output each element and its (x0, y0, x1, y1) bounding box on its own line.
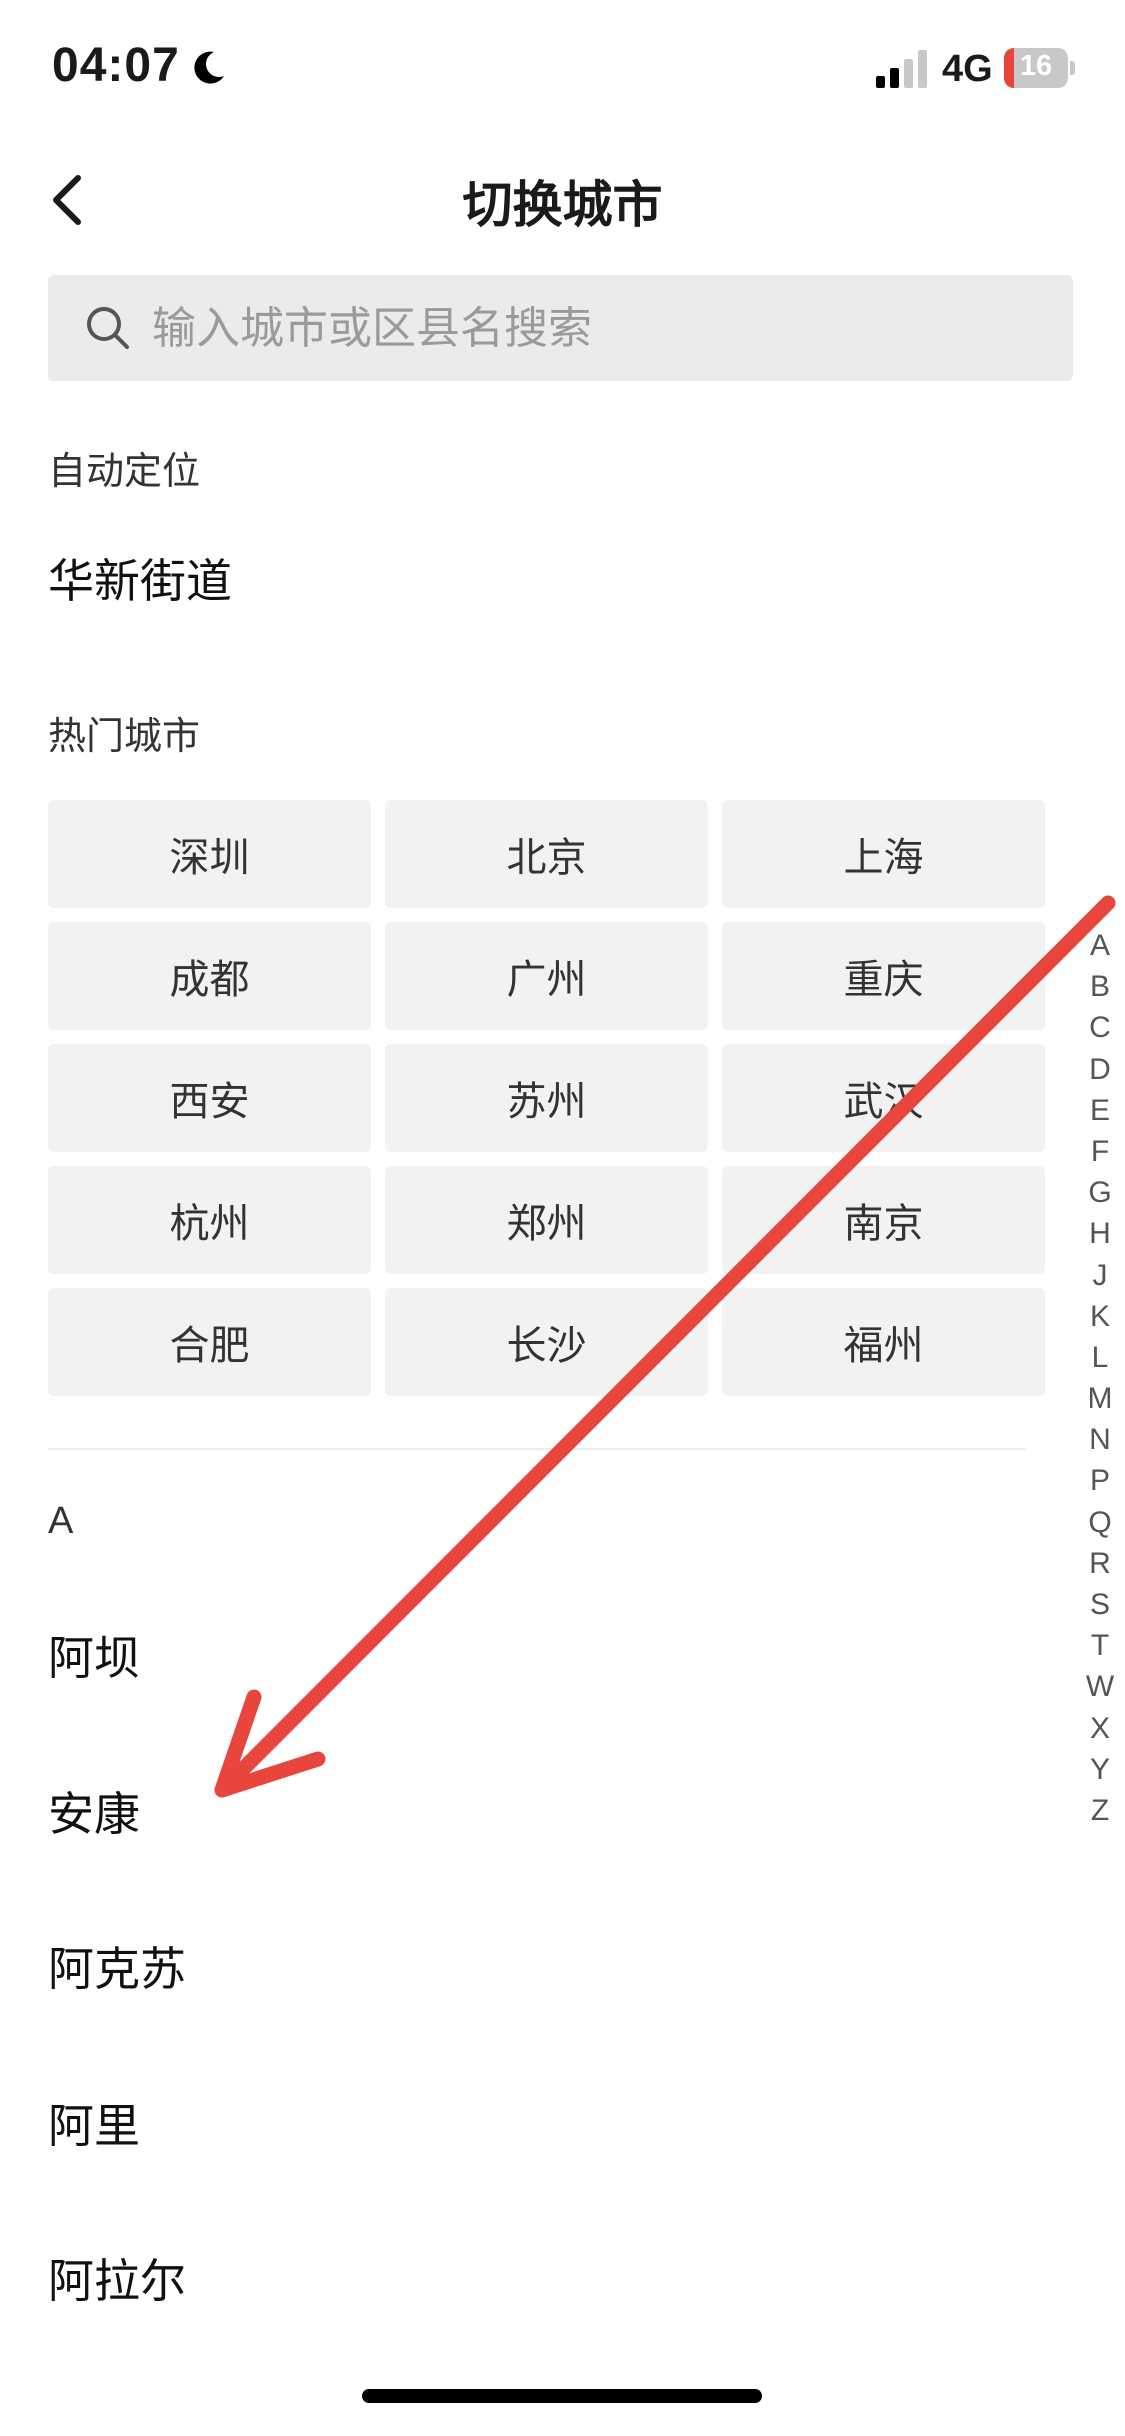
index-letter[interactable]: B (1082, 966, 1118, 1007)
index-letter[interactable]: Y (1082, 1749, 1118, 1790)
hot-cities-grid: 深圳 北京 上海 成都 广州 重庆 西安 苏州 武汉 杭州 郑州 南京 合肥 长… (48, 800, 1048, 1396)
auto-location-label: 自动定位 (48, 449, 201, 493)
index-letter[interactable]: A (1082, 925, 1118, 966)
hot-city-button[interactable]: 重庆 (722, 922, 1045, 1030)
city-list-item[interactable]: 安康 (48, 1778, 140, 1844)
hot-city-button[interactable]: 深圳 (48, 800, 371, 908)
hot-city-button[interactable]: 北京 (385, 800, 708, 908)
index-letter[interactable]: W (1082, 1666, 1118, 1707)
hot-city-button[interactable]: 福州 (722, 1288, 1045, 1396)
home-indicator (362, 2389, 762, 2403)
hot-city-button[interactable]: 成都 (48, 922, 371, 1030)
city-list-item[interactable]: 阿里 (48, 2090, 140, 2156)
index-letter[interactable]: P (1082, 1460, 1118, 1501)
hot-city-button[interactable]: 杭州 (48, 1166, 371, 1274)
index-letter[interactable]: H (1082, 1213, 1118, 1254)
city-list-item[interactable]: 阿克苏 (48, 1933, 186, 1999)
status-bar: 04:07 4G 16 (0, 0, 1125, 140)
index-letter[interactable]: Q (1082, 1502, 1118, 1543)
search-icon (87, 307, 129, 349)
hot-city-button[interactable]: 上海 (722, 800, 1045, 908)
alphabet-index-bar[interactable]: A B C D E F G H J K L M N P Q R S T W X … (1082, 925, 1118, 1831)
page-title: 切换城市 (462, 176, 663, 234)
city-list-item[interactable]: 阿坝 (48, 1622, 140, 1688)
battery-icon: 16 (1004, 48, 1075, 88)
auto-location-city[interactable]: 华新街道 (48, 545, 232, 611)
search-box[interactable] (48, 275, 1073, 381)
index-letter[interactable]: F (1082, 1131, 1118, 1172)
hot-city-button[interactable]: 郑州 (385, 1166, 708, 1274)
letter-header: A (48, 1500, 74, 1542)
index-letter[interactable]: C (1082, 1007, 1118, 1048)
signal-strength-icon (876, 50, 927, 88)
moon-icon (194, 51, 224, 84)
index-letter[interactable]: K (1082, 1296, 1118, 1337)
index-letter[interactable]: R (1082, 1543, 1118, 1584)
hot-city-button[interactable]: 武汉 (722, 1044, 1045, 1152)
hot-city-button[interactable]: 长沙 (385, 1288, 708, 1396)
hot-city-button[interactable]: 南京 (722, 1166, 1045, 1274)
hot-city-button[interactable]: 合肥 (48, 1288, 371, 1396)
index-letter[interactable]: M (1082, 1378, 1118, 1419)
search-input[interactable] (152, 275, 1052, 381)
index-letter[interactable]: Z (1082, 1790, 1118, 1831)
index-letter[interactable]: T (1082, 1625, 1118, 1666)
index-letter[interactable]: L (1082, 1337, 1118, 1378)
hot-cities-label: 热门城市 (48, 714, 201, 758)
index-letter[interactable]: J (1082, 1255, 1118, 1296)
index-letter[interactable]: X (1082, 1708, 1118, 1749)
section-divider (48, 1448, 1026, 1450)
index-letter[interactable]: G (1082, 1172, 1118, 1213)
network-type: 4G (942, 48, 993, 90)
hot-city-button[interactable]: 广州 (385, 922, 708, 1030)
index-letter[interactable]: E (1082, 1090, 1118, 1131)
index-letter[interactable]: S (1082, 1584, 1118, 1625)
hot-city-button[interactable]: 西安 (48, 1044, 371, 1152)
city-list-item[interactable]: 阿拉尔 (48, 2245, 186, 2311)
battery-percent: 16 (1019, 50, 1053, 82)
index-letter[interactable]: N (1082, 1419, 1118, 1460)
index-letter[interactable]: D (1082, 1049, 1118, 1090)
hot-city-button[interactable]: 苏州 (385, 1044, 708, 1152)
status-time: 04:07 (52, 39, 180, 92)
